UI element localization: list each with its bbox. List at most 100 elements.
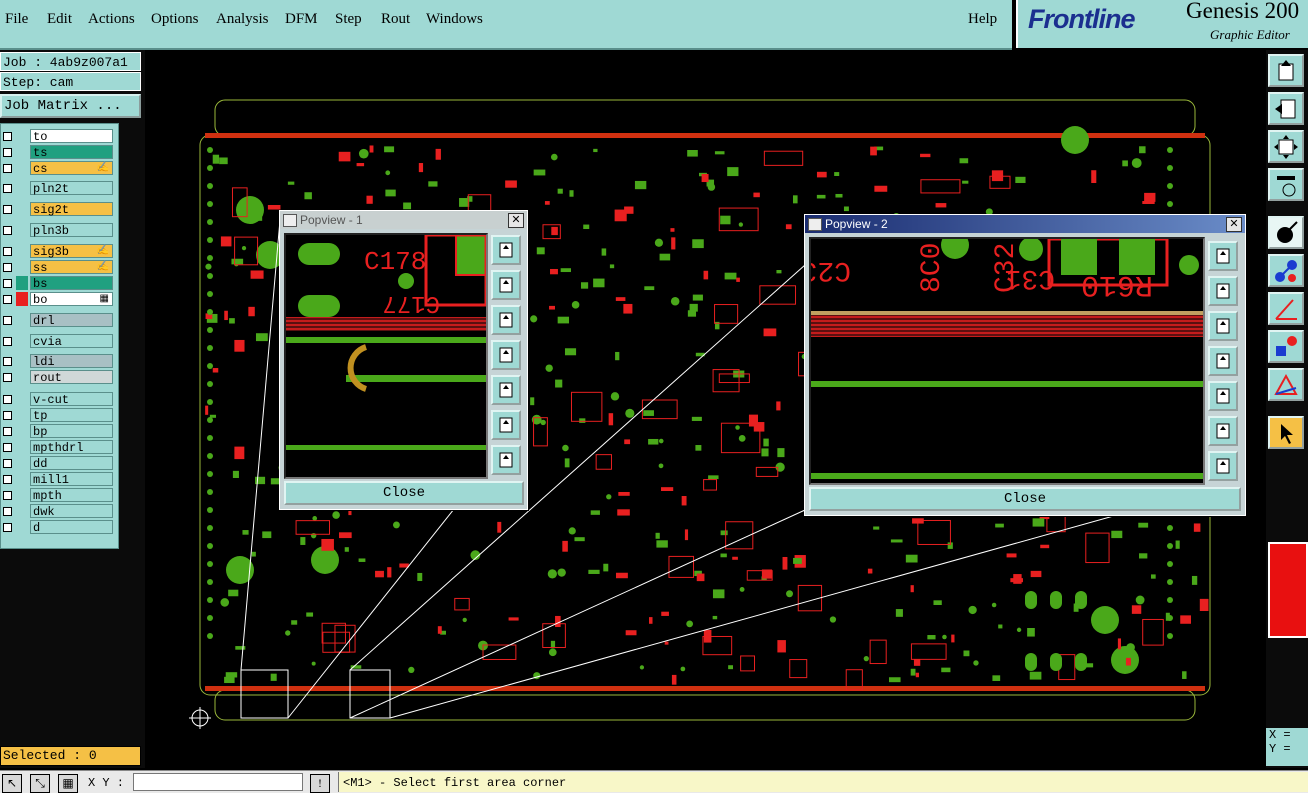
tool-settings[interactable] — [1268, 168, 1304, 201]
popview-tool-button[interactable] — [491, 270, 521, 300]
layer-checkbox[interactable] — [3, 184, 12, 193]
layer-checkbox[interactable] — [3, 357, 12, 366]
layer-row[interactable]: sig3b ✍ — [1, 244, 115, 259]
layer-name[interactable]: bp — [30, 424, 113, 439]
popview-tool-button[interactable] — [491, 340, 521, 370]
menu-options[interactable]: Options — [151, 11, 199, 28]
layer-row[interactable]: mpthdrl — [1, 440, 115, 455]
layer-checkbox[interactable] — [3, 279, 12, 288]
popview-tool-button[interactable] — [1208, 311, 1238, 341]
tool-measure[interactable] — [1268, 292, 1304, 325]
layer-row[interactable]: mpth — [1, 488, 115, 503]
layer-row[interactable]: v-cut — [1, 392, 115, 407]
popview-tool-button[interactable] — [1208, 241, 1238, 271]
layer-name[interactable]: v-cut — [30, 392, 113, 407]
layer-name[interactable]: sig2t — [30, 202, 113, 217]
layer-row[interactable]: drl — [1, 313, 115, 328]
layer-row[interactable]: ts — [1, 145, 115, 160]
menu-help[interactable]: Help — [968, 11, 997, 28]
layer-row[interactable]: dwk — [1, 504, 115, 519]
graphic-canvas[interactable]: Popview - 1 ✕ C178 C177 Close Popview - … — [145, 50, 1266, 770]
layer-checkbox[interactable] — [3, 295, 12, 304]
layer-swatch[interactable] — [16, 244, 28, 258]
layer-swatch[interactable] — [16, 129, 28, 143]
layer-name[interactable]: tp — [30, 408, 113, 423]
layer-row[interactable]: cvia — [1, 334, 115, 349]
layer-name[interactable]: pln3b — [30, 223, 113, 238]
layer-name[interactable]: bs — [30, 276, 113, 291]
layer-checkbox[interactable] — [3, 443, 12, 452]
layer-name[interactable]: cs ✍ — [30, 161, 113, 176]
menu-step[interactable]: Step — [335, 11, 362, 28]
layer-name[interactable]: ts — [30, 145, 113, 160]
layer-row[interactable]: d — [1, 520, 115, 535]
menu-analysis[interactable]: Analysis — [216, 11, 269, 28]
arrow-icon[interactable]: ↖ — [2, 774, 22, 793]
layer-name[interactable]: dwk — [30, 504, 113, 519]
popview-tool-button[interactable] — [1208, 346, 1238, 376]
menu-rout[interactable]: Rout — [381, 11, 410, 28]
layer-row[interactable]: bs — [1, 276, 115, 291]
layer-row[interactable]: dd — [1, 456, 115, 471]
popview-tool-button[interactable] — [1208, 416, 1238, 446]
popview-tool-button[interactable] — [491, 235, 521, 265]
layer-checkbox[interactable] — [3, 411, 12, 420]
layer-row[interactable]: to — [1, 129, 115, 144]
layer-name[interactable]: sig3b ✍ — [30, 244, 113, 259]
layer-checkbox[interactable] — [3, 337, 12, 346]
layer-swatch[interactable] — [16, 520, 28, 534]
layer-swatch[interactable] — [16, 260, 28, 274]
layer-name[interactable]: mpth — [30, 488, 113, 503]
layer-row[interactable]: pln2t — [1, 181, 115, 196]
popview-tool-button[interactable] — [491, 305, 521, 335]
layer-swatch[interactable] — [16, 456, 28, 470]
layer-swatch[interactable] — [16, 488, 28, 502]
layer-checkbox[interactable] — [3, 427, 12, 436]
layer-checkbox[interactable] — [3, 205, 12, 214]
layer-name[interactable]: mill1 — [30, 472, 113, 487]
layer-checkbox[interactable] — [3, 226, 12, 235]
layer-name[interactable]: ss ✍ — [30, 260, 113, 275]
layer-name[interactable]: pln2t — [30, 181, 113, 196]
layer-swatch[interactable] — [16, 408, 28, 422]
layer-name[interactable]: mpthdrl — [30, 440, 113, 455]
popview-2-titlebar[interactable]: Popview - 2 ✕ — [805, 215, 1245, 233]
tool-layer-up[interactable] — [1268, 54, 1304, 87]
layer-swatch[interactable] — [16, 202, 28, 216]
layer-name[interactable]: bo ▦ — [30, 292, 113, 307]
job-matrix-button[interactable]: Job Matrix ... — [0, 94, 141, 118]
layer-swatch[interactable] — [16, 161, 28, 175]
layer-checkbox[interactable] — [3, 148, 12, 157]
layer-row[interactable]: ss ✍ — [1, 260, 115, 275]
close-icon[interactable]: ✕ — [1226, 217, 1242, 232]
layer-swatch[interactable] — [16, 504, 28, 518]
xy-input[interactable] — [133, 773, 303, 791]
grid-icon[interactable]: ▦ — [58, 774, 78, 793]
layer-row[interactable]: ldi — [1, 354, 115, 369]
layer-swatch[interactable] — [16, 354, 28, 368]
layer-name[interactable]: dd — [30, 456, 113, 471]
layer-swatch[interactable] — [16, 440, 28, 454]
layer-checkbox[interactable] — [3, 475, 12, 484]
popview-tool-button[interactable] — [1208, 276, 1238, 306]
layer-checkbox[interactable] — [3, 247, 12, 256]
layer-checkbox[interactable] — [3, 373, 12, 382]
color-swatch[interactable] — [1268, 542, 1308, 638]
layer-row[interactable]: rout — [1, 370, 115, 385]
layer-name[interactable]: cvia — [30, 334, 113, 349]
snap-icon[interactable]: ⤡ — [30, 774, 50, 793]
layer-checkbox[interactable] — [3, 459, 12, 468]
menu-dfm[interactable]: DFM — [285, 11, 318, 28]
popview-1-titlebar[interactable]: Popview - 1 ✕ — [280, 211, 527, 229]
layer-checkbox[interactable] — [3, 507, 12, 516]
menu-edit[interactable]: Edit — [47, 11, 72, 28]
layer-checkbox[interactable] — [3, 491, 12, 500]
layer-row[interactable]: sig2t — [1, 202, 115, 217]
layer-swatch[interactable] — [16, 276, 28, 290]
popview-tool-button[interactable] — [491, 445, 521, 475]
layer-row[interactable]: pln3b — [1, 223, 115, 238]
tool-select-feature[interactable] — [1268, 216, 1304, 249]
layer-swatch[interactable] — [16, 472, 28, 486]
layer-swatch[interactable] — [16, 334, 28, 348]
layer-name[interactable]: ldi — [30, 354, 113, 369]
